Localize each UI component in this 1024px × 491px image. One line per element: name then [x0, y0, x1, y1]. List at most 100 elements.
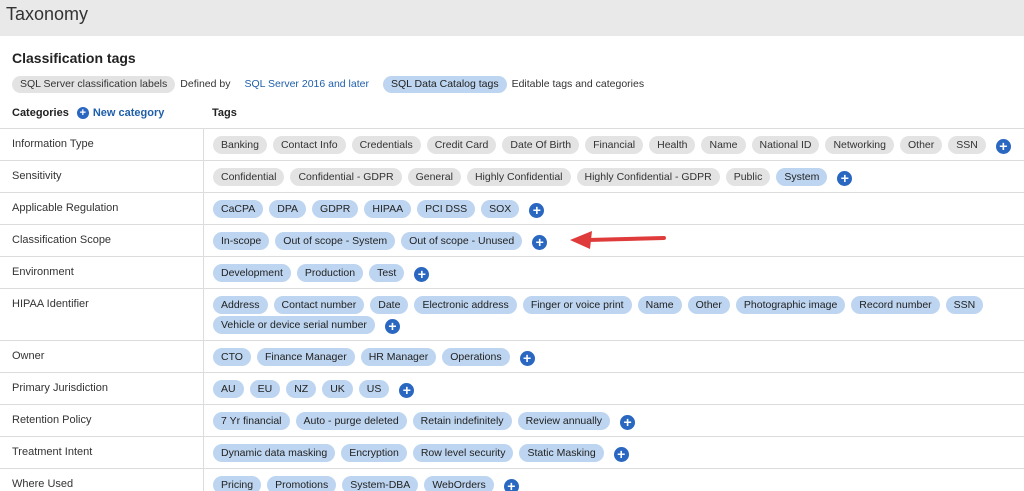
tag-list: Dynamic data masking Encryption Row level … — [204, 437, 1024, 468]
tag-chip[interactable]: Name — [701, 136, 746, 154]
tag-chip[interactable]: Out of scope - Unused — [401, 232, 523, 250]
tag-chip[interactable]: Production — [296, 264, 364, 282]
category-name[interactable]: Information Type — [0, 129, 204, 160]
tag-chip[interactable]: Static Masking — [519, 444, 604, 462]
tag-chip[interactable]: EU — [249, 380, 281, 398]
add-tag-button[interactable]: + — [613, 446, 629, 462]
tag-chip[interactable]: Contact number — [273, 296, 365, 314]
tag-chip[interactable]: Public — [725, 168, 771, 186]
tag-chip[interactable]: Row level security — [412, 444, 514, 462]
tag-chip[interactable]: System-DBA — [342, 476, 419, 491]
tag-chip[interactable]: AU — [213, 380, 244, 398]
tag-chip[interactable]: HR Manager — [360, 348, 437, 366]
tag-chip[interactable]: CaCPA — [213, 200, 264, 218]
tag-chip[interactable]: General — [407, 168, 461, 186]
tag-chip[interactable]: Confidential — [213, 168, 285, 186]
add-tag-button[interactable]: + — [837, 170, 853, 186]
tag-chip[interactable]: Promotions — [267, 476, 337, 491]
tag-chip[interactable]: Record number — [851, 296, 940, 314]
tag-chip[interactable]: Credit Card — [426, 136, 497, 154]
category-name[interactable]: Primary Jurisdiction — [0, 373, 204, 404]
tag-chip[interactable]: Credentials — [351, 136, 421, 154]
add-tag-button[interactable]: + — [519, 350, 535, 366]
tag-chip[interactable]: US — [358, 380, 390, 398]
tag-chip[interactable]: SSN — [945, 296, 984, 314]
tag-chip[interactable]: NZ — [286, 380, 317, 398]
tag-chip[interactable]: PCI DSS — [417, 200, 476, 218]
tag-chip[interactable]: Operations — [442, 348, 510, 366]
tag-chip[interactable]: Test — [369, 264, 405, 282]
legend-sql-label: SQL Server classification labels — [12, 75, 176, 93]
tag-chip[interactable]: Contact Info — [272, 136, 346, 154]
legend-sql-version-link[interactable]: SQL Server 2016 and later — [244, 78, 369, 90]
tag-chip[interactable]: Address — [213, 296, 268, 314]
category-name[interactable]: Classification Scope — [0, 225, 204, 256]
tag-chip[interactable]: Networking — [825, 136, 894, 154]
table-row: Owner CTO Finance Manager HR Manager Operati… — [0, 340, 1024, 372]
tag-chip[interactable]: Pricing — [213, 476, 262, 491]
tag-chip[interactable]: SOX — [481, 200, 520, 218]
tag-chip[interactable]: Out of scope - System — [275, 232, 396, 250]
tag-chip[interactable]: 7 Yr financial — [213, 412, 290, 430]
tag-chip[interactable]: Encryption — [341, 444, 407, 462]
tag-chip[interactable]: WebOrders — [424, 476, 494, 491]
add-tag-button[interactable]: + — [503, 478, 519, 491]
tag-chip[interactable]: Vehicle or device serial number — [213, 316, 375, 334]
tag-chip[interactable]: Finance Manager — [256, 348, 355, 366]
add-tag-button[interactable]: + — [532, 234, 548, 250]
category-name[interactable]: Where Used — [0, 469, 204, 491]
category-name[interactable]: Treatment Intent — [0, 437, 204, 468]
tag-chip[interactable]: HIPAA — [364, 200, 412, 218]
category-name[interactable]: HIPAA Identifier — [0, 289, 204, 340]
tag-chip[interactable]: DPA — [269, 200, 307, 218]
tag-chip[interactable]: Date — [370, 296, 409, 314]
tag-chip[interactable]: Development — [213, 264, 291, 282]
tag-list: Confidential Confidential - GDPR General Hi… — [204, 161, 1024, 192]
tag-chip[interactable]: SSN — [948, 136, 986, 154]
category-name[interactable]: Applicable Regulation — [0, 193, 204, 224]
tag-chip[interactable]: Date Of Birth — [502, 136, 580, 154]
tag-chip[interactable]: Electronic address — [414, 296, 517, 314]
tag-chip[interactable]: Dynamic data masking — [213, 444, 336, 462]
tag-chip[interactable]: Health — [649, 136, 696, 154]
new-category-button[interactable]: + New category — [76, 107, 164, 119]
add-tag-button[interactable]: + — [995, 138, 1011, 154]
table-row: Treatment Intent Dynamic data masking Encr… — [0, 436, 1024, 468]
tag-list: AU EU NZ UK US + — [204, 373, 1024, 404]
add-tag-button[interactable]: + — [399, 382, 415, 398]
tag-chip[interactable]: In-scope — [213, 232, 270, 250]
tag-chip[interactable]: Highly Confidential - GDPR — [576, 168, 720, 186]
add-tag-button[interactable]: + — [384, 318, 400, 334]
tag-chip[interactable]: UK — [322, 380, 353, 398]
tag-list: CaCPA DPA GDPR HIPAA PCI DSS SOX + — [204, 193, 1024, 224]
tag-chip[interactable]: System — [776, 168, 828, 186]
tag-chip[interactable]: Name — [637, 296, 682, 314]
category-name[interactable]: Owner — [0, 341, 204, 372]
tag-chip[interactable]: Other — [687, 296, 730, 314]
tag-chip[interactable]: Photographic image — [735, 296, 846, 314]
tag-chip[interactable]: Banking — [213, 136, 267, 154]
tag-chip[interactable]: Other — [899, 136, 943, 154]
tag-chip[interactable]: Confidential - GDPR — [290, 168, 402, 186]
tag-list: 7 Yr financial Auto - purge deleted Retain… — [204, 405, 1024, 436]
tag-chip[interactable]: National ID — [751, 136, 820, 154]
tag-chip[interactable]: Retain indefinitely — [412, 412, 512, 430]
column-headers: Categories + New category Tags — [12, 107, 1024, 121]
tag-chip[interactable]: Review annually — [517, 412, 611, 430]
tag-chip[interactable]: Auto - purge deleted — [295, 412, 407, 430]
add-tag-button[interactable]: + — [620, 414, 636, 430]
tag-chip[interactable]: Highly Confidential — [466, 168, 571, 186]
add-tag-button[interactable]: + — [414, 266, 430, 282]
categories-header: Categories + New category — [12, 107, 164, 119]
category-name[interactable]: Environment — [0, 257, 204, 288]
taxonomy-table: Information Type Banking Contact Info Crede… — [0, 128, 1024, 491]
table-row: HIPAA Identifier Address Contact number Dat… — [0, 288, 1024, 340]
category-name[interactable]: Retention Policy — [0, 405, 204, 436]
tag-chip[interactable]: GDPR — [312, 200, 359, 218]
add-tag-button[interactable]: + — [529, 202, 545, 218]
table-row: Applicable Regulation CaCPA DPA GDPR HIPAA PC… — [0, 192, 1024, 224]
tag-chip[interactable]: Financial — [585, 136, 644, 154]
tag-chip[interactable]: CTO — [213, 348, 251, 366]
tag-chip[interactable]: Finger or voice print — [522, 296, 632, 314]
category-name[interactable]: Sensitivity — [0, 161, 204, 192]
